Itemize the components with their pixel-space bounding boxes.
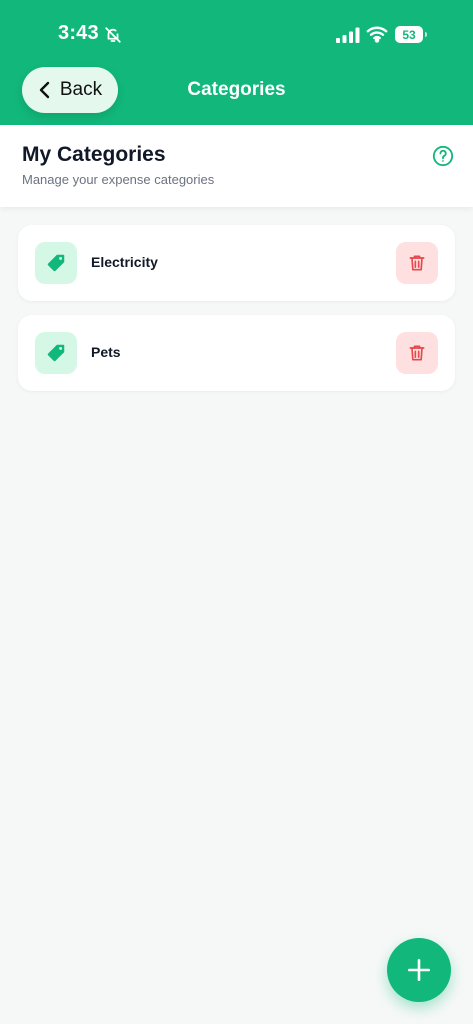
section-description: Manage your expense categories [22, 172, 215, 187]
page-title: Categories [187, 79, 286, 100]
plus-icon [407, 958, 431, 982]
help-icon[interactable] [432, 145, 454, 167]
tag-icon [47, 344, 65, 362]
category-label: Pets [91, 344, 121, 360]
category-icon-box [35, 332, 77, 374]
trash-icon [409, 345, 425, 361]
list-item[interactable]: Electricity [18, 225, 455, 301]
bell-slash-icon [105, 27, 121, 43]
wifi-icon [366, 26, 388, 43]
top-bar: 3:43 53 Back Categories [0, 0, 473, 125]
section-title: My Categories [22, 143, 166, 166]
delete-button[interactable] [396, 242, 438, 284]
list-item[interactable]: Pets [18, 315, 455, 391]
section-header: My Categories Manage your expense catego… [0, 125, 473, 207]
delete-button[interactable] [396, 332, 438, 374]
status-time: 3:43 [58, 22, 99, 44]
category-label: Electricity [91, 254, 158, 270]
tag-icon [47, 254, 65, 272]
battery-level: 53 [402, 27, 416, 42]
signal-icon [336, 27, 360, 43]
add-category-button[interactable] [387, 938, 451, 1002]
category-icon-box [35, 242, 77, 284]
battery-icon: 53 [395, 26, 427, 43]
trash-icon [409, 255, 425, 271]
